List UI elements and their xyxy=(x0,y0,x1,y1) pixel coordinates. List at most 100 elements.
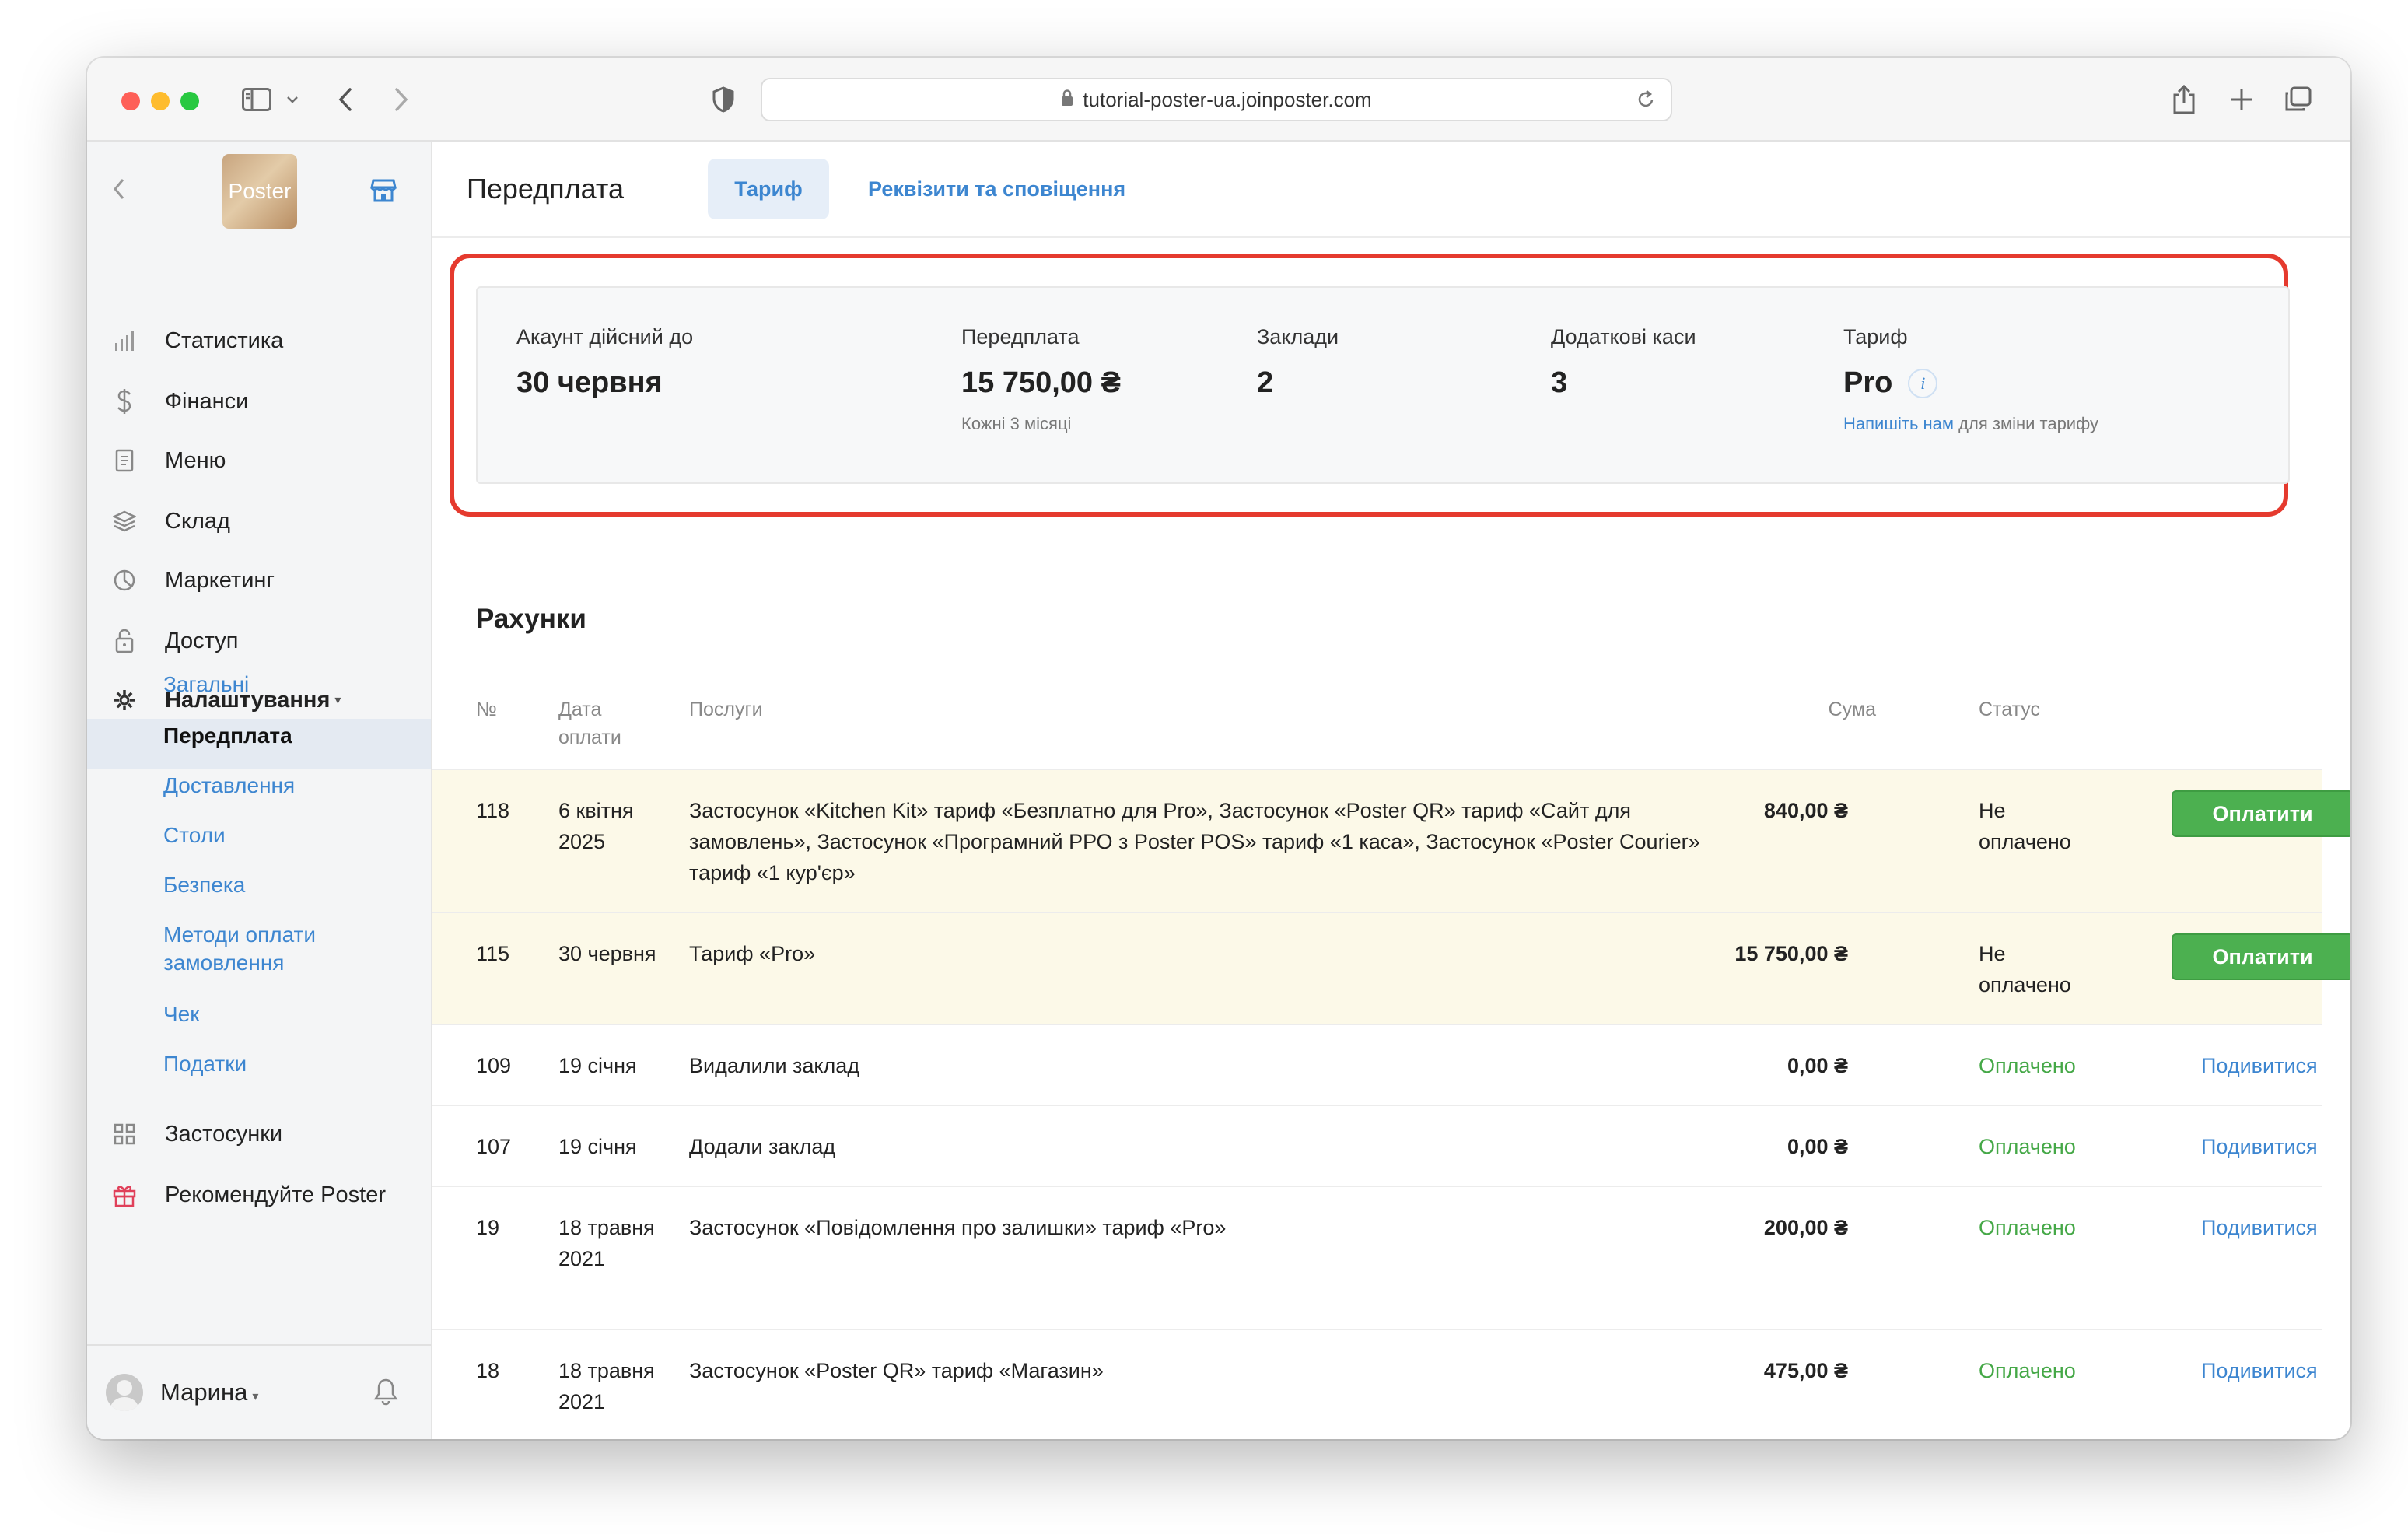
invoice-number: 109 xyxy=(476,1054,512,1077)
invoice-date: 19 січня xyxy=(558,1054,637,1077)
invoice-number: 19 xyxy=(476,1216,500,1239)
dollar-icon xyxy=(110,388,138,415)
gift-icon xyxy=(110,1182,138,1207)
grid-icon xyxy=(110,1123,138,1145)
sidebar-item-receipt[interactable]: Чек xyxy=(163,1000,199,1028)
nav-apps[interactable]: Застосунки xyxy=(110,1117,282,1151)
chevron-down-icon[interactable] xyxy=(283,81,302,118)
account-value: 30 червня xyxy=(516,366,663,399)
sidebar-item-security[interactable]: Безпека xyxy=(163,871,245,899)
layers-icon xyxy=(110,510,138,533)
sidebar-item-general[interactable]: Загальні xyxy=(163,671,249,699)
view-invoice-link[interactable]: Подивитися xyxy=(2201,1131,2318,1162)
invoice-number: 118 xyxy=(476,799,510,822)
sidebar-item-subscription[interactable]: Передплата xyxy=(163,722,292,750)
invoice-services: Тариф «Pro» xyxy=(689,942,816,965)
plan-value-row: Pro i xyxy=(1843,366,2098,400)
nav-warehouse[interactable]: Склад xyxy=(110,504,230,538)
subscription-summary: Акаунт дійсний до 30 червня Передплата 1… xyxy=(476,286,2290,484)
invoice-status: Оплачено xyxy=(1979,1135,2076,1158)
reload-icon[interactable] xyxy=(1635,89,1657,116)
invoice-date: 6 квітня 2025 xyxy=(558,799,634,853)
column-header-amount: Сума xyxy=(1828,699,1876,720)
nav-label: Рекомендуйте Poster xyxy=(165,1182,386,1207)
nav-label: Доступ xyxy=(165,628,239,653)
avatar[interactable] xyxy=(106,1374,143,1411)
invoice-date: 19 січня xyxy=(558,1135,637,1158)
store-icon[interactable] xyxy=(370,177,397,208)
invoice-services: Застосунок «Poster QR» тариф «Магазин» xyxy=(689,1359,1104,1382)
nav-label: Фінанси xyxy=(165,388,249,414)
tab-overview-icon[interactable] xyxy=(2282,81,2313,118)
address-bar[interactable]: tutorial-poster-ua.joinposter.com xyxy=(761,78,1672,121)
summary-registers: Додаткові каси 3 xyxy=(1551,325,1696,400)
close-window-button[interactable] xyxy=(121,92,140,110)
plan-value: Pro xyxy=(1843,366,1893,399)
invoice-number: 115 xyxy=(476,942,510,965)
plan-label: Тариф xyxy=(1843,325,1908,348)
subscription-label: Передплата xyxy=(961,325,1080,348)
info-icon[interactable]: i xyxy=(1908,368,1938,398)
nav-menu[interactable]: Меню xyxy=(110,443,226,478)
table-row: 107 19 січня Додали заклад 0,00 ₴ Оплаче… xyxy=(432,1106,2322,1187)
dropdown-caret-icon: ▾ xyxy=(252,1390,259,1403)
summary-plan: Тариф Pro i Напишіть нам для зміни тариф… xyxy=(1843,325,2098,434)
venue-logo[interactable]: Poster xyxy=(222,154,297,229)
invoice-status: Оплачено xyxy=(1979,1359,2076,1382)
contact-us-link[interactable]: Напишіть нам xyxy=(1843,414,1954,433)
plan-note: Напишіть нам для зміни тарифу xyxy=(1843,414,2098,434)
registers-label: Додаткові каси xyxy=(1551,325,1696,348)
pie-chart-icon xyxy=(110,569,138,592)
table-row: 19 18 травня 2021 Застосунок «Повідомлен… xyxy=(432,1187,2322,1330)
invoice-number: 107 xyxy=(476,1135,512,1158)
sidebar-item-taxes[interactable]: Податки xyxy=(163,1050,247,1078)
minimize-window-button[interactable] xyxy=(151,92,170,110)
invoice-status: Не оплачено xyxy=(1979,942,2071,996)
tab-details-notifications[interactable]: Реквізити та сповіщення xyxy=(868,159,1125,219)
pay-button[interactable]: Оплатити xyxy=(2172,933,2350,980)
nav-recommend[interactable]: Рекомендуйте Poster xyxy=(110,1178,386,1212)
back-icon[interactable] xyxy=(333,81,358,118)
sidebar-toggle-icon[interactable] xyxy=(240,81,274,118)
invoice-amount: 15 750,00 ₴ xyxy=(1734,942,1848,965)
url-text: tutorial-poster-ua.joinposter.com xyxy=(1083,87,1372,111)
sidebar-item-delivery[interactable]: Доставлення xyxy=(163,772,295,800)
view-invoice-link[interactable]: Подивитися xyxy=(2201,1050,2318,1081)
user-panel: Марина ▾ xyxy=(87,1344,431,1439)
summary-venues: Заклади 2 xyxy=(1257,325,1339,400)
summary-account: Акаунт дійсний до 30 червня xyxy=(516,325,693,400)
nav-marketing[interactable]: Маркетинг xyxy=(110,563,275,597)
browser-toolbar: tutorial-poster-ua.joinposter.com xyxy=(87,58,2350,142)
user-menu[interactable]: Марина ▾ xyxy=(160,1378,258,1406)
invoice-services: Застосунок «Kitchen Kit» тариф «Безплатн… xyxy=(689,799,1700,884)
view-invoice-link[interactable]: Подивитися xyxy=(2201,1355,2318,1386)
invoice-services: Видалили заклад xyxy=(689,1054,860,1077)
shield-icon[interactable] xyxy=(709,81,737,118)
nav-label: Статистика xyxy=(165,327,284,353)
sidebar-item-payment-methods[interactable]: Методи оплати замовлення xyxy=(163,921,366,977)
bar-chart-icon xyxy=(110,329,138,352)
bell-icon[interactable] xyxy=(373,1377,398,1410)
sidebar-item-tables[interactable]: Столи xyxy=(163,821,226,849)
nav-statistics[interactable]: Статистика xyxy=(110,324,283,358)
header-divider xyxy=(432,236,2350,238)
table-row: 18 18 травня 2021 Застосунок «Poster QR»… xyxy=(432,1330,2322,1439)
registers-value: 3 xyxy=(1551,366,1568,399)
invoice-status: Оплачено xyxy=(1979,1054,2076,1077)
nav-access[interactable]: Доступ xyxy=(110,624,238,658)
lock-icon xyxy=(110,629,138,653)
subscription-note: Кожні 3 місяці xyxy=(961,414,1072,433)
subscription-value: 15 750,00 ₴ xyxy=(961,366,1121,399)
column-header-date: Дата оплати xyxy=(558,699,621,748)
collapse-sidebar-icon[interactable] xyxy=(112,177,126,205)
nav-finance[interactable]: Фінанси xyxy=(110,384,248,419)
share-icon[interactable] xyxy=(2168,81,2200,118)
new-tab-icon[interactable] xyxy=(2226,81,2257,118)
tab-plan[interactable]: Тариф xyxy=(708,159,829,219)
view-invoice-link[interactable]: Подивитися xyxy=(2201,1212,2318,1243)
forward-icon[interactable] xyxy=(389,81,414,118)
invoice-amount: 200,00 ₴ xyxy=(1763,1216,1848,1239)
invoices-title: Рахунки xyxy=(476,604,586,634)
zoom-window-button[interactable] xyxy=(180,92,199,110)
pay-button[interactable]: Оплатити xyxy=(2172,790,2350,837)
